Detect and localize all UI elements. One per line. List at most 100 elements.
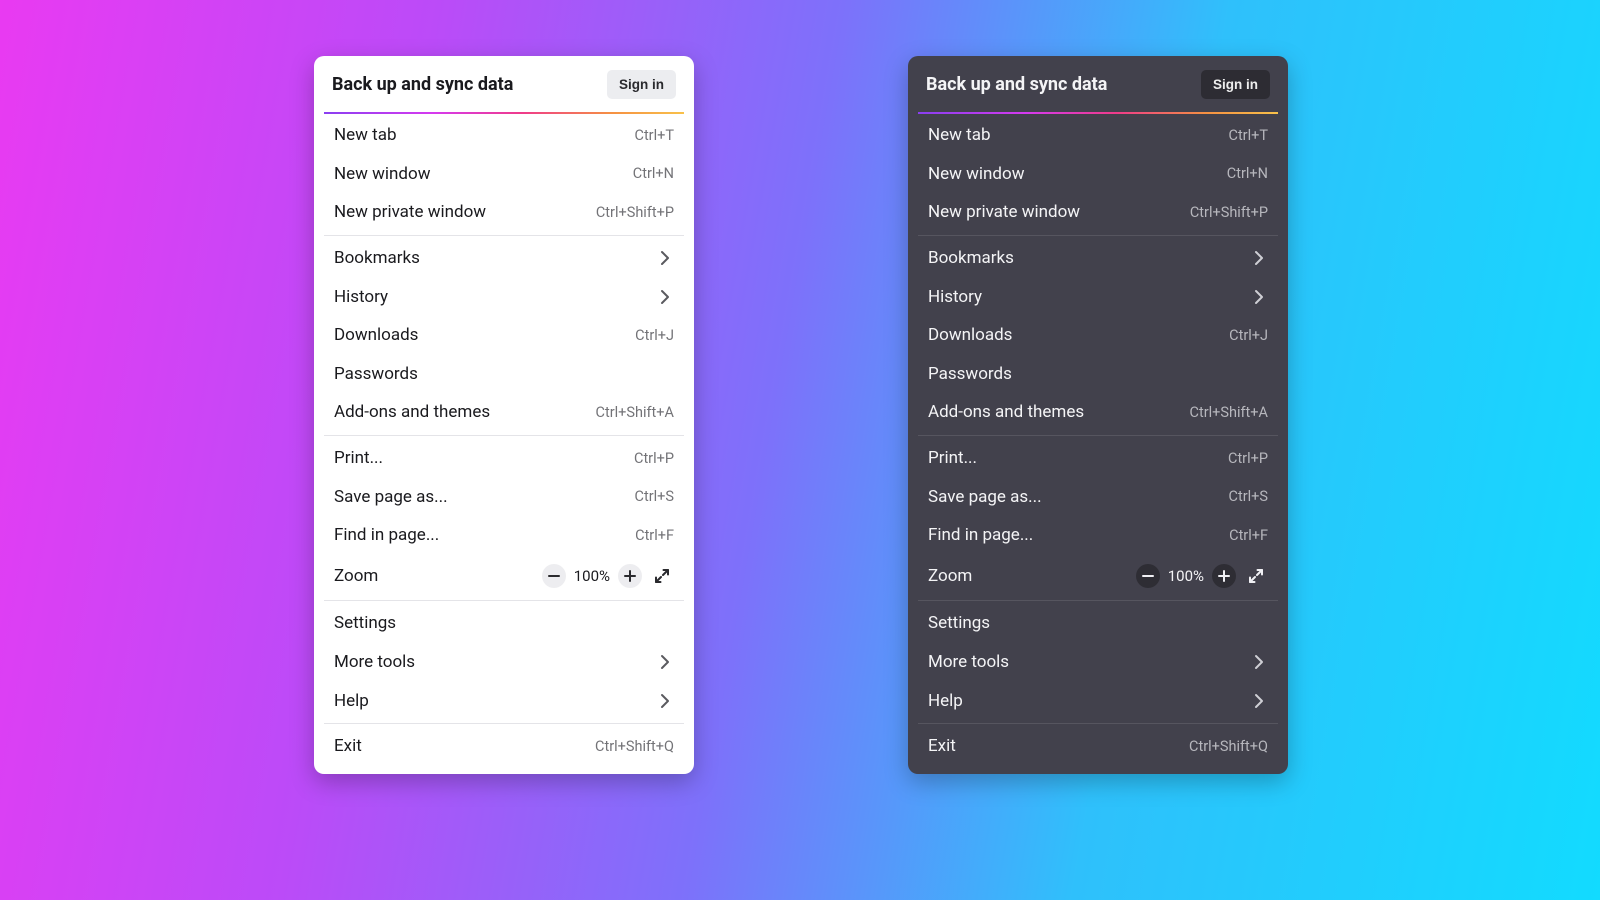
menu-item-label: Downloads (334, 325, 418, 345)
zoom-in-button[interactable] (618, 564, 642, 588)
menu-item-label: Print... (334, 448, 383, 468)
menu-item-history[interactable]: History (908, 277, 1288, 316)
menu-separator (324, 600, 684, 601)
menu-item-save-page[interactable]: Save page as... Ctrl+S (908, 477, 1288, 516)
zoom-controls: 100% (542, 564, 674, 588)
menu-item-settings[interactable]: Settings (314, 604, 694, 643)
menu-item-history[interactable]: History (314, 277, 694, 316)
menu-item-new-tab[interactable]: New tab Ctrl+T (314, 116, 694, 155)
menu-item-label: Find in page... (928, 525, 1033, 545)
menu-item-label: Exit (928, 736, 956, 756)
menu-item-label: New private window (928, 202, 1080, 222)
shortcut-text: Ctrl+P (1228, 450, 1268, 467)
menu-item-label: Add-ons and themes (334, 402, 490, 422)
menu-item-help[interactable]: Help (908, 681, 1288, 720)
zoom-out-button[interactable] (542, 564, 566, 588)
shortcut-text: Ctrl+Shift+Q (1189, 738, 1268, 755)
menu-item-find[interactable]: Find in page... Ctrl+F (314, 516, 694, 555)
menu-item-label: Help (334, 691, 369, 711)
sync-title: Back up and sync data (926, 74, 1107, 95)
chevron-right-icon (1250, 288, 1268, 306)
shortcut-text: Ctrl+Shift+Q (595, 738, 674, 755)
chevron-right-icon (1250, 249, 1268, 267)
menu-item-label: Help (928, 691, 963, 711)
menu-item-label: More tools (334, 652, 415, 672)
menu-item-zoom: Zoom 100% (908, 555, 1288, 598)
menu-item-label: Zoom (334, 566, 378, 586)
menu-item-label: Exit (334, 736, 362, 756)
menu-item-settings[interactable]: Settings (908, 604, 1288, 643)
menu-item-new-window[interactable]: New window Ctrl+N (908, 155, 1288, 194)
menu-item-help[interactable]: Help (314, 681, 694, 720)
fullscreen-icon (655, 569, 669, 583)
plus-icon (623, 569, 637, 583)
shortcut-text: Ctrl+Shift+P (1190, 204, 1268, 221)
chevron-right-icon (656, 692, 674, 710)
shortcut-text: Ctrl+F (1229, 527, 1268, 544)
shortcut-text: Ctrl+Shift+A (1190, 404, 1268, 421)
menu-item-label: New window (928, 164, 1025, 184)
shortcut-text: Ctrl+N (1227, 165, 1268, 182)
fullscreen-button[interactable] (650, 564, 674, 588)
menu-item-exit[interactable]: Exit Ctrl+Shift+Q (314, 727, 694, 766)
menu-item-label: Passwords (928, 364, 1012, 384)
chevron-right-icon (656, 288, 674, 306)
menu-item-downloads[interactable]: Downloads Ctrl+J (314, 316, 694, 355)
menu-item-passwords[interactable]: Passwords (908, 355, 1288, 394)
menu-separator (918, 723, 1278, 724)
sign-in-button[interactable]: Sign in (1201, 70, 1270, 99)
menu-item-bookmarks[interactable]: Bookmarks (908, 239, 1288, 278)
chevron-right-icon (1250, 692, 1268, 710)
menu-item-downloads[interactable]: Downloads Ctrl+J (908, 316, 1288, 355)
sync-header: Back up and sync data Sign in (908, 56, 1288, 112)
chevron-right-icon (1250, 653, 1268, 671)
menu-separator (324, 435, 684, 436)
menu-item-label: Downloads (928, 325, 1012, 345)
menu-item-save-page[interactable]: Save page as... Ctrl+S (314, 477, 694, 516)
fullscreen-icon (1249, 569, 1263, 583)
menu-item-new-private-window[interactable]: New private window Ctrl+Shift+P (314, 193, 694, 232)
chevron-right-icon (656, 653, 674, 671)
menu-item-addons[interactable]: Add-ons and themes Ctrl+Shift+A (908, 393, 1288, 432)
menu-separator (918, 235, 1278, 236)
menu-item-label: Settings (334, 613, 396, 633)
menu-item-label: New tab (928, 125, 991, 145)
shortcut-text: Ctrl+F (635, 527, 674, 544)
menu-item-label: Zoom (928, 566, 972, 586)
menu-item-passwords[interactable]: Passwords (314, 355, 694, 394)
zoom-controls: 100% (1136, 564, 1268, 588)
menu-item-new-private-window[interactable]: New private window Ctrl+Shift+P (908, 193, 1288, 232)
menu-item-label: Bookmarks (928, 248, 1014, 268)
menu-separator (918, 600, 1278, 601)
menu-item-label: Passwords (334, 364, 418, 384)
accent-divider (324, 112, 684, 114)
menu-item-label: Save page as... (334, 487, 448, 507)
menu-item-addons[interactable]: Add-ons and themes Ctrl+Shift+A (314, 393, 694, 432)
menu-item-more-tools[interactable]: More tools (314, 643, 694, 682)
menu-item-label: Find in page... (334, 525, 439, 545)
shortcut-text: Ctrl+Shift+P (596, 204, 674, 221)
menu-item-print[interactable]: Print... Ctrl+P (908, 439, 1288, 478)
shortcut-text: Ctrl+S (1229, 488, 1268, 505)
sign-in-button[interactable]: Sign in (607, 70, 676, 99)
menu-item-more-tools[interactable]: More tools (908, 643, 1288, 682)
sync-header: Back up and sync data Sign in (314, 56, 694, 112)
sync-title: Back up and sync data (332, 74, 513, 95)
menu-separator (324, 235, 684, 236)
shortcut-text: Ctrl+S (635, 488, 674, 505)
minus-icon (547, 569, 561, 583)
fullscreen-button[interactable] (1244, 564, 1268, 588)
menu-item-exit[interactable]: Exit Ctrl+Shift+Q (908, 727, 1288, 766)
shortcut-text: Ctrl+Shift+A (596, 404, 674, 421)
menu-item-new-window[interactable]: New window Ctrl+N (314, 155, 694, 194)
zoom-in-button[interactable] (1212, 564, 1236, 588)
shortcut-text: Ctrl+T (1229, 127, 1269, 144)
zoom-value: 100% (1168, 567, 1204, 585)
menu-item-label: More tools (928, 652, 1009, 672)
zoom-out-button[interactable] (1136, 564, 1160, 588)
shortcut-text: Ctrl+J (635, 327, 674, 344)
menu-item-print[interactable]: Print... Ctrl+P (314, 439, 694, 478)
menu-item-bookmarks[interactable]: Bookmarks (314, 239, 694, 278)
menu-item-find[interactable]: Find in page... Ctrl+F (908, 516, 1288, 555)
menu-item-new-tab[interactable]: New tab Ctrl+T (908, 116, 1288, 155)
